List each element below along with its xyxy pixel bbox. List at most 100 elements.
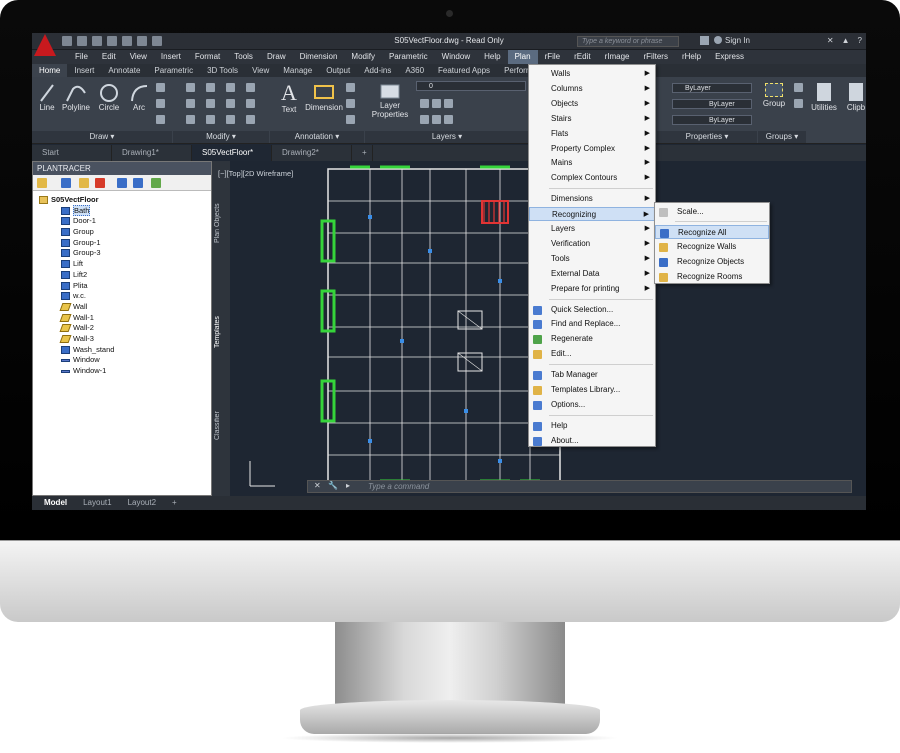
tree-item[interactable]: Lift xyxy=(39,259,114,270)
draw-panel-label[interactable]: Draw ▾ xyxy=(32,131,172,143)
doc-tab-s05vectfloor[interactable]: S05VectFloor* xyxy=(192,145,272,161)
menu-window[interactable]: Window xyxy=(435,50,477,64)
filter-icon[interactable] xyxy=(117,178,127,188)
menu-item-edit[interactable]: Edit... xyxy=(529,347,655,361)
exchange-icon[interactable]: ✕ xyxy=(827,36,834,45)
layout-tab-layout2[interactable]: Layout2 xyxy=(120,496,164,510)
linetype-dropdown[interactable]: ByLayer xyxy=(672,99,752,109)
tab-home[interactable]: Home xyxy=(32,64,68,77)
search-input[interactable]: Type a keyword or phrase xyxy=(577,36,679,47)
menu-item-tools[interactable]: Tools ▶ xyxy=(529,252,655,266)
tab-parametric[interactable]: Parametric xyxy=(147,64,200,77)
ungroup-icon[interactable] xyxy=(794,99,803,108)
properties-icon[interactable] xyxy=(133,178,143,188)
layer-iso-icon[interactable] xyxy=(444,99,453,108)
layout-tab-model[interactable]: Model xyxy=(36,496,75,510)
menu-item-property-complex[interactable]: Property Complex ▶ xyxy=(529,142,655,156)
menu-redit[interactable]: rEdit xyxy=(567,50,597,64)
menu-item-stairs[interactable]: Stairs ▶ xyxy=(529,112,655,126)
menu-item-objects[interactable]: Objects ▶ xyxy=(529,97,655,111)
tree-item[interactable]: Door-1 xyxy=(39,216,114,227)
group-button[interactable]: Group xyxy=(760,83,788,108)
viewport-controls[interactable]: [−][Top][2D Wireframe] xyxy=(218,169,293,178)
gradient-icon[interactable] xyxy=(156,115,165,124)
modify-panel-label[interactable]: Modify ▾ xyxy=(173,131,269,143)
linear-dim-icon[interactable] xyxy=(346,83,355,92)
open-file-icon[interactable] xyxy=(77,36,87,46)
tree-item[interactable]: w.c. xyxy=(39,291,114,302)
new-file-icon[interactable] xyxy=(62,36,72,46)
menu-item-flats[interactable]: Flats ▶ xyxy=(529,127,655,141)
doc-tab-start[interactable]: Start xyxy=(32,145,112,161)
arc-tool[interactable]: Arc xyxy=(128,83,150,112)
menu-view[interactable]: View xyxy=(123,50,154,64)
leader-icon[interactable] xyxy=(346,99,355,108)
submenu-item-recognize-all[interactable]: Recognize All xyxy=(655,225,769,239)
copy-icon[interactable] xyxy=(186,99,195,108)
layer-dropdown[interactable]: 0 xyxy=(416,81,526,91)
wrench-icon[interactable]: 🔧 xyxy=(328,481,338,490)
menu-item-find-and-replace[interactable]: Find and Replace... xyxy=(529,317,655,331)
text-tool[interactable]: A Text xyxy=(278,81,300,115)
help-icon[interactable]: ? xyxy=(858,36,862,45)
menu-item-options[interactable]: Options... xyxy=(529,398,655,412)
menu-rfilters[interactable]: rFilters xyxy=(637,50,675,64)
clipboard-button[interactable]: Clipb xyxy=(844,83,866,112)
command-line[interactable]: ✕ 🔧 ▸ Type a command xyxy=(307,480,852,493)
menu-item-walls[interactable]: Walls ▶ xyxy=(529,67,655,81)
menu-express[interactable]: Express xyxy=(708,50,751,64)
menu-item-external-data[interactable]: External Data ▶ xyxy=(529,267,655,281)
menu-plan[interactable]: Plan xyxy=(507,50,538,64)
save-icon[interactable] xyxy=(61,178,71,188)
menu-item-help[interactable]: Help xyxy=(529,419,655,433)
export-icon[interactable] xyxy=(151,178,161,188)
tab-classifier[interactable]: Classifier xyxy=(214,401,228,451)
color-dropdown[interactable]: ByLayer xyxy=(672,83,752,93)
menu-item-about[interactable]: About... xyxy=(529,434,655,448)
annotation-panel-label[interactable]: Annotation ▾ xyxy=(270,131,364,143)
dimension-tool[interactable]: Dimension xyxy=(304,83,344,112)
print-icon[interactable] xyxy=(122,36,132,46)
fillet-icon[interactable] xyxy=(226,99,235,108)
layer-match-icon[interactable] xyxy=(444,115,453,124)
menu-parametric[interactable]: Parametric xyxy=(382,50,435,64)
submenu-item-scale[interactable]: Scale... xyxy=(655,205,769,219)
layer-lock-icon[interactable] xyxy=(432,115,441,124)
a360-icon[interactable]: ▲ xyxy=(842,36,850,45)
layer-off-icon[interactable] xyxy=(432,99,441,108)
mirror-icon[interactable] xyxy=(206,99,215,108)
save-icon[interactable] xyxy=(92,36,102,46)
tree-item[interactable]: Window xyxy=(39,355,114,366)
layer-freeze-icon[interactable] xyxy=(420,115,429,124)
menu-item-quick-selection[interactable]: Quick Selection... xyxy=(529,303,655,317)
tree-item[interactable]: Bath xyxy=(39,204,114,217)
menu-item-tab-manager[interactable]: Tab Manager xyxy=(529,368,655,382)
tab-templates[interactable]: Templates xyxy=(214,307,228,357)
tab-add-ins[interactable]: Add-ins xyxy=(357,64,398,77)
tab-view[interactable]: View xyxy=(245,64,276,77)
menu-file[interactable]: File xyxy=(68,50,95,64)
utilities-button[interactable]: Utilities xyxy=(808,83,840,112)
tab-plan-objects[interactable]: Plan Objects xyxy=(214,193,228,253)
menu-help[interactable]: Help xyxy=(477,50,507,64)
open-folder-icon[interactable] xyxy=(37,178,47,188)
tree-item[interactable]: Wall-1 xyxy=(39,313,114,324)
tree-item[interactable]: Wash_stand xyxy=(39,345,114,356)
groups-panel-label[interactable]: Groups ▾ xyxy=(758,131,806,143)
properties-panel-label[interactable]: Properties ▾ xyxy=(657,131,757,143)
lineweight-dropdown[interactable]: ByLayer xyxy=(672,115,752,125)
move-icon[interactable] xyxy=(186,83,195,92)
tab-annotate[interactable]: Annotate xyxy=(101,64,147,77)
line-tool[interactable]: Line xyxy=(36,83,58,112)
submenu-item-recognize-objects[interactable]: Recognize Objects xyxy=(655,255,769,269)
group-edit-icon[interactable] xyxy=(794,83,803,92)
tab-manage[interactable]: Manage xyxy=(276,64,319,77)
tree-item[interactable]: Window-1 xyxy=(39,366,114,377)
layout-tab-add[interactable]: + xyxy=(164,496,185,510)
menu-modify[interactable]: Modify xyxy=(344,50,382,64)
new-tab-button[interactable]: + xyxy=(352,145,373,161)
menu-rfile[interactable]: rFile xyxy=(538,50,568,64)
command-history-icon[interactable]: ▸ xyxy=(346,481,350,490)
scale-icon[interactable] xyxy=(206,115,215,124)
binoculars-icon[interactable] xyxy=(700,36,709,45)
